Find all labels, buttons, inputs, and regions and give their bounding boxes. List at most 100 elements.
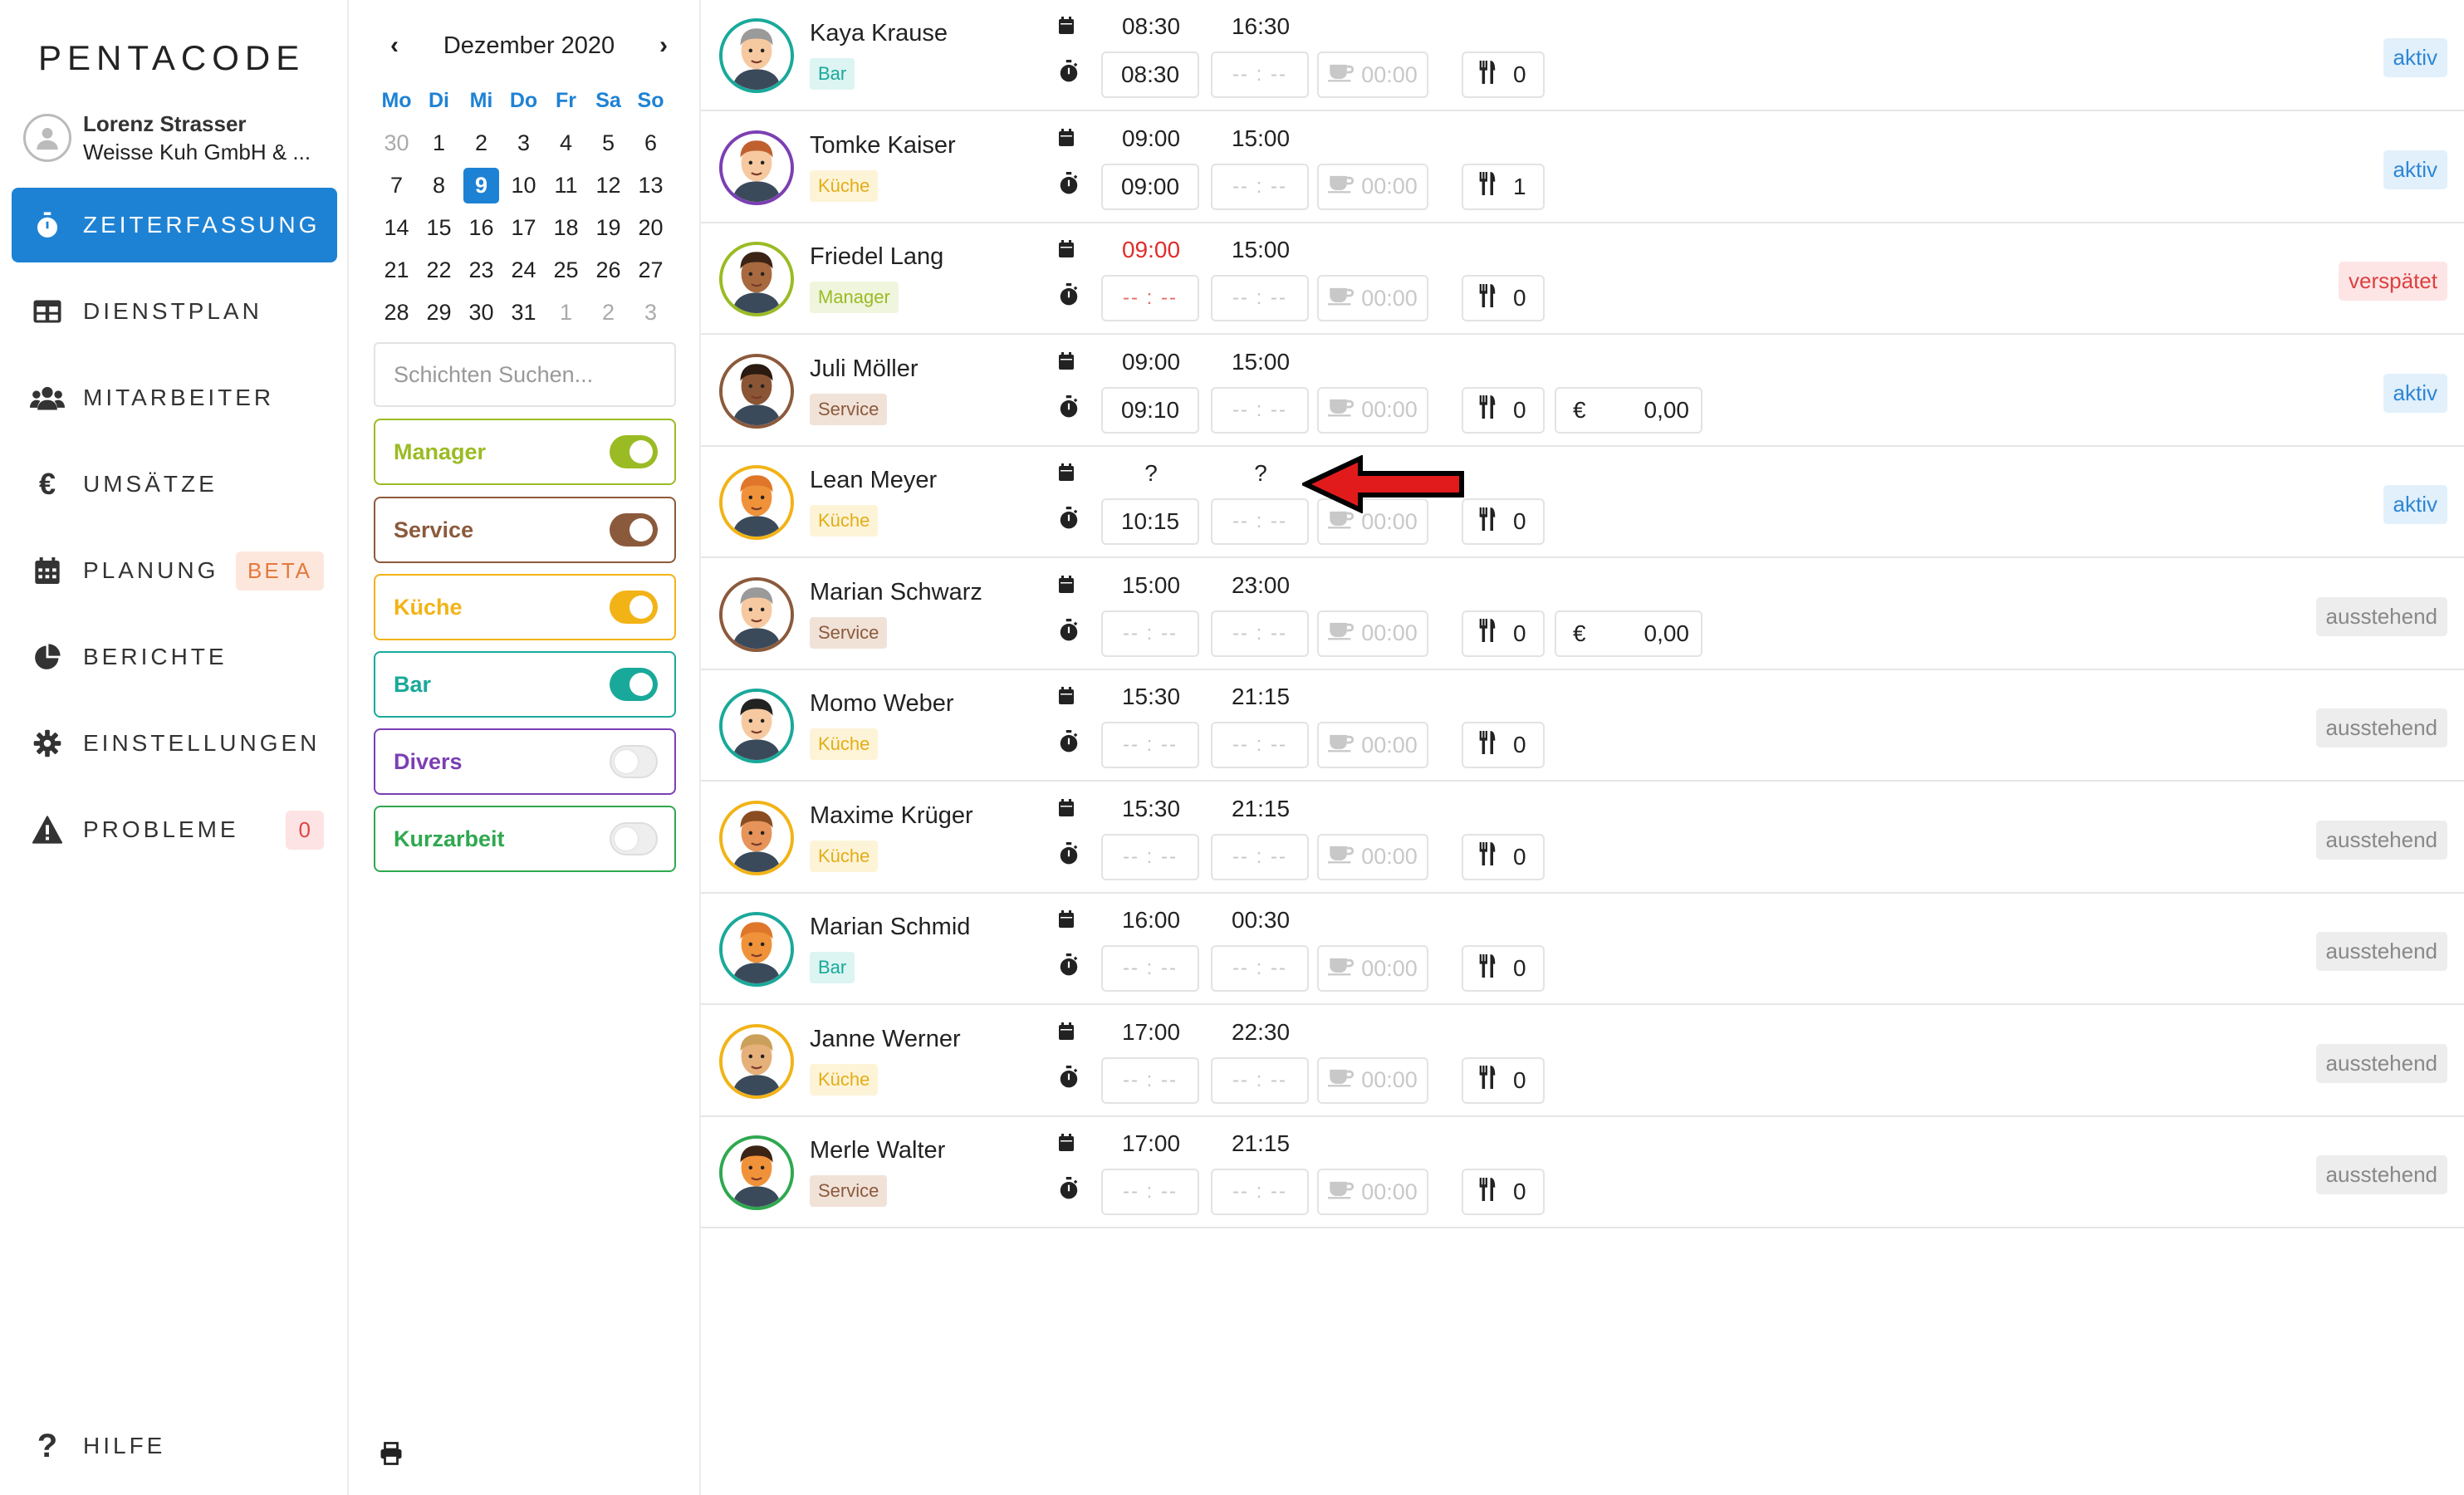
calendar-day[interactable]: 21 <box>375 249 418 292</box>
break-input[interactable]: 00:00 <box>1317 163 1428 210</box>
calendar-day[interactable]: 24 <box>502 249 545 292</box>
meal-input[interactable]: 1 <box>1462 163 1545 210</box>
nav-item-probleme[interactable]: PROBLEME 0 <box>12 792 337 867</box>
employee-name[interactable]: Merle Walter <box>810 1137 945 1164</box>
break-input[interactable]: 00:00 <box>1317 275 1428 321</box>
table-row[interactable]: Maxime Krüger Küche 15:30 21:15 -- : -- … <box>701 782 2464 894</box>
employee-name[interactable]: Maxime Krüger <box>810 802 973 830</box>
break-input[interactable]: 00:00 <box>1317 610 1428 657</box>
break-input[interactable]: 00:00 <box>1317 945 1428 992</box>
table-row[interactable]: Juli Möller Service 09:00 15:00 09:10 --… <box>701 336 2464 447</box>
calendar-day[interactable]: 1 <box>418 122 460 164</box>
filter-toggle[interactable] <box>610 591 658 624</box>
break-input[interactable]: 00:00 <box>1317 1169 1428 1215</box>
filter-toggle[interactable] <box>610 822 658 855</box>
meal-input[interactable]: 0 <box>1462 51 1545 98</box>
nav-item-mitarbeiter[interactable]: MITARBEITER <box>12 360 337 435</box>
calendar-day[interactable]: 22 <box>418 249 460 292</box>
filter-toggle[interactable] <box>610 513 658 547</box>
meal-input[interactable]: 0 <box>1462 498 1545 545</box>
user-profile[interactable]: Lorenz Strasser Weisse Kuh GmbH & ... <box>23 110 311 166</box>
calendar-day[interactable]: 25 <box>545 249 587 292</box>
employee-name[interactable]: Janne Werner <box>810 1026 961 1053</box>
calendar-day[interactable]: 16 <box>460 207 502 249</box>
actual-start-input[interactable]: -- : -- <box>1101 833 1199 880</box>
employee-name[interactable]: Kaya Krause <box>810 20 948 47</box>
table-row[interactable]: Tomke Kaiser Küche 09:00 15:00 09:00 -- … <box>701 112 2464 223</box>
print-icon[interactable] <box>379 1441 404 1470</box>
actual-end-input[interactable]: -- : -- <box>1211 833 1309 880</box>
actual-end-input[interactable]: -- : -- <box>1211 275 1309 321</box>
calendar-day[interactable]: 30 <box>375 122 418 164</box>
calendar-day[interactable]: 11 <box>545 164 587 207</box>
calendar-day[interactable]: 20 <box>629 207 672 249</box>
actual-end-input[interactable]: -- : -- <box>1211 1169 1309 1215</box>
actual-end-input[interactable]: -- : -- <box>1211 722 1309 768</box>
meal-input[interactable]: 0 <box>1462 1169 1545 1215</box>
actual-start-input[interactable]: 10:15 <box>1101 498 1199 545</box>
meal-input[interactable]: 0 <box>1462 945 1545 992</box>
actual-end-input[interactable]: -- : -- <box>1211 1056 1309 1104</box>
nav-item-berichte[interactable]: BERICHTE <box>12 620 337 694</box>
actual-end-input[interactable]: -- : -- <box>1211 51 1309 98</box>
actual-start-input[interactable]: -- : -- <box>1101 1169 1199 1215</box>
calendar-day[interactable]: 7 <box>375 164 418 207</box>
table-row[interactable]: Janne Werner Küche 17:00 22:30 -- : -- -… <box>701 1006 2464 1117</box>
calendar-day-selected[interactable]: 9 <box>463 168 499 203</box>
meal-input[interactable]: 0 <box>1462 610 1545 657</box>
table-row[interactable]: Marian Schmid Bar 16:00 00:30 -- : -- --… <box>701 894 2464 1005</box>
calendar-day[interactable]: 23 <box>460 249 502 292</box>
actual-end-input[interactable]: -- : -- <box>1211 163 1309 210</box>
actual-end-input[interactable]: -- : -- <box>1211 498 1309 545</box>
table-row[interactable]: Merle Walter Service 17:00 21:15 -- : --… <box>701 1117 2464 1228</box>
table-row[interactable]: Lean Meyer Küche ? ? 10:15 -- : -- 00:00… <box>701 447 2464 558</box>
nav-item-planung[interactable]: PLANUNG BETA <box>12 533 337 608</box>
calendar-day[interactable]: 30 <box>460 292 502 334</box>
calendar-day[interactable]: 6 <box>629 122 672 164</box>
tips-input[interactable]: €0,00 <box>1555 610 1702 657</box>
actual-start-input[interactable]: -- : -- <box>1101 945 1199 992</box>
actual-start-input[interactable]: -- : -- <box>1101 722 1199 768</box>
calendar-day[interactable]: 3 <box>629 292 672 334</box>
calendar-day[interactable]: 1 <box>545 292 587 334</box>
employee-name[interactable]: Juli Möller <box>810 355 918 383</box>
filter-toggle[interactable] <box>610 435 658 468</box>
employee-name[interactable]: Momo Weber <box>810 690 954 718</box>
employee-name[interactable]: Marian Schmid <box>810 914 970 941</box>
actual-start-input[interactable]: -- : -- <box>1101 610 1199 657</box>
calendar-day[interactable]: 3 <box>502 122 545 164</box>
calendar-day[interactable]: 2 <box>460 122 502 164</box>
filter-toggle[interactable] <box>610 745 658 778</box>
calendar-day[interactable]: 12 <box>587 164 629 207</box>
table-row[interactable]: Friedel Lang Manager 09:00 15:00 -- : --… <box>701 223 2464 335</box>
meal-input[interactable]: 0 <box>1462 722 1545 768</box>
actual-end-input[interactable]: -- : -- <box>1211 610 1309 657</box>
break-input[interactable]: 00:00 <box>1317 833 1428 880</box>
nav-item-zeiterfassung[interactable]: ZEITERFASSUNG <box>12 188 337 262</box>
calendar-day[interactable]: 26 <box>587 249 629 292</box>
calendar-day[interactable]: 5 <box>587 122 629 164</box>
actual-start-input[interactable]: 09:10 <box>1101 386 1199 434</box>
table-row[interactable]: Momo Weber Küche 15:30 21:15 -- : -- -- … <box>701 670 2464 782</box>
meal-input[interactable]: 0 <box>1462 275 1545 321</box>
tips-input[interactable]: €0,00 <box>1555 386 1702 434</box>
actual-start-input[interactable]: 09:00 <box>1101 163 1199 210</box>
calendar-day[interactable]: 10 <box>502 164 545 207</box>
actual-start-input[interactable]: -- : -- <box>1101 1056 1199 1104</box>
actual-start-input[interactable]: 08:30 <box>1101 51 1199 98</box>
calendar-day[interactable]: 8 <box>418 164 460 207</box>
break-input[interactable]: 00:00 <box>1317 722 1428 768</box>
calendar-day[interactable]: 27 <box>629 249 672 292</box>
prev-month-chevron-icon[interactable]: ‹ <box>382 32 407 60</box>
meal-input[interactable]: 0 <box>1462 386 1545 434</box>
meal-input[interactable]: 0 <box>1462 833 1545 880</box>
employee-name[interactable]: Lean Meyer <box>810 467 937 494</box>
calendar-day[interactable]: 2 <box>587 292 629 334</box>
break-input[interactable]: 00:00 <box>1317 51 1428 98</box>
table-row[interactable]: Kaya Krause Bar 08:30 16:30 08:30 -- : -… <box>701 0 2464 111</box>
search-input[interactable] <box>394 361 688 388</box>
calendar-day[interactable]: 19 <box>587 207 629 249</box>
calendar-day[interactable]: 17 <box>502 207 545 249</box>
table-row[interactable]: Marian Schwarz Service 15:00 23:00 -- : … <box>701 559 2464 670</box>
calendar-day[interactable]: 18 <box>545 207 587 249</box>
